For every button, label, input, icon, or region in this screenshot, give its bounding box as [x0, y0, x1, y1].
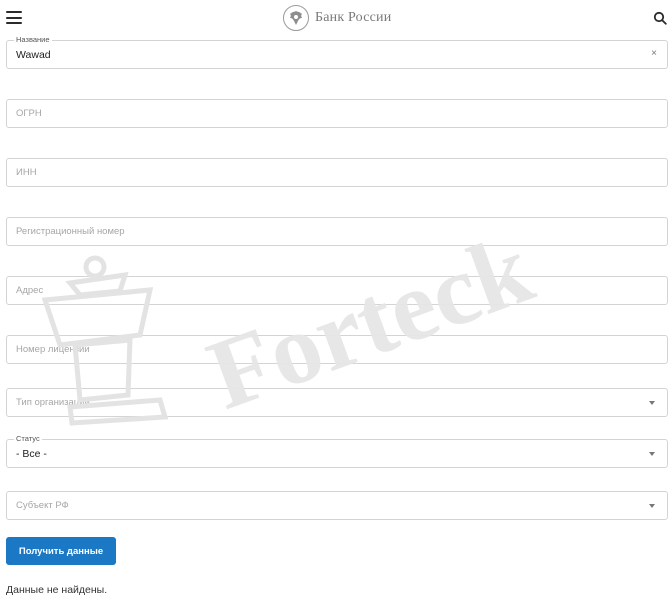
address-field[interactable]: Адрес	[6, 276, 668, 305]
inn-placeholder: ИНН	[16, 167, 37, 178]
status-select[interactable]: Статус - Все -	[6, 434, 668, 468]
reg-number-placeholder: Регистрационный номер	[16, 226, 125, 237]
ogrn-field[interactable]: ОГРН	[6, 99, 668, 128]
status-field-label: Статус	[14, 434, 42, 443]
bank-logo[interactable]: Банк России	[283, 4, 391, 32]
license-number-placeholder: Номер лицензии	[16, 344, 90, 355]
name-field-value[interactable]: Wawad	[16, 49, 51, 61]
logo-text: Банк России	[315, 10, 392, 25]
region-placeholder: Субъект РФ	[16, 500, 69, 511]
top-bar: Банк России	[0, 0, 670, 36]
chevron-down-icon	[649, 401, 655, 405]
search-icon[interactable]	[653, 11, 667, 25]
ogrn-placeholder: ОГРН	[16, 108, 42, 119]
chevron-down-icon	[649, 504, 655, 508]
clear-icon[interactable]: ×	[651, 48, 657, 59]
hamburger-menu-icon[interactable]	[6, 11, 22, 24]
double-eagle-emblem-icon	[283, 5, 309, 31]
org-type-select[interactable]: Тип организации	[6, 388, 668, 417]
status-selected-value: - Все -	[16, 448, 47, 460]
address-placeholder: Адрес	[16, 285, 44, 296]
result-message: Данные не найдены.	[6, 584, 108, 596]
org-type-placeholder: Тип организации	[16, 397, 90, 408]
inn-field[interactable]: ИНН	[6, 158, 668, 187]
region-select[interactable]: Субъект РФ	[6, 491, 668, 520]
chevron-down-icon	[649, 452, 655, 456]
reg-number-field[interactable]: Регистрационный номер	[6, 217, 668, 246]
get-data-button[interactable]: Получить данные	[6, 537, 116, 565]
name-field[interactable]: Название Wawad ×	[6, 35, 668, 69]
license-number-field[interactable]: Номер лицензии	[6, 335, 668, 364]
name-field-label: Название	[14, 35, 52, 44]
